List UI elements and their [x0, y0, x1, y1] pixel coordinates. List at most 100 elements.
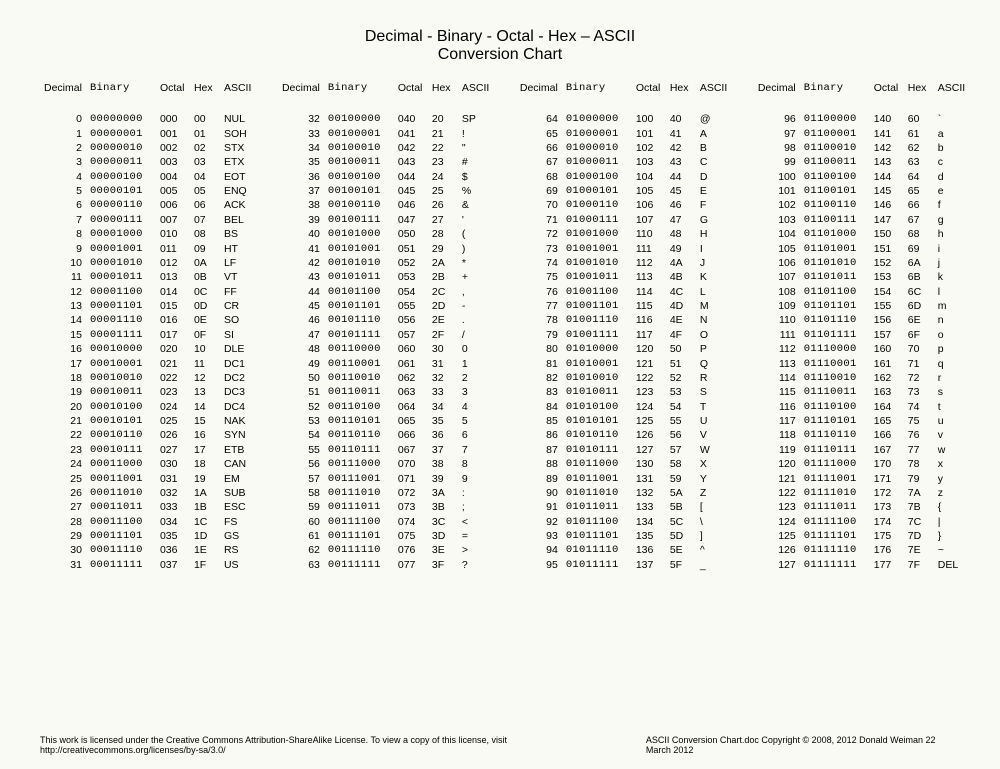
cell-asc: !: [458, 126, 494, 140]
cell-dec: 98: [754, 141, 800, 155]
cell-dec: 26: [40, 486, 86, 500]
cell-dec: 113: [754, 356, 800, 370]
cell-bin: 01111111: [800, 558, 870, 572]
cell-asc: H: [696, 227, 732, 241]
cell-dec: 72: [516, 227, 562, 241]
cell-hex: 4A: [666, 256, 696, 270]
cell-bin: 01011101: [562, 529, 632, 543]
table-row: 800101000012050P: [516, 342, 732, 356]
cell-oct: 145: [870, 184, 904, 198]
header-asc: ASCII: [458, 82, 494, 112]
cell-bin: 00000101: [86, 184, 156, 198]
table-row: 690100010110545E: [516, 184, 732, 198]
cell-hex: 23: [428, 155, 458, 169]
table-row: 28000111000341CFS: [40, 515, 256, 529]
cell-bin: 00101111: [324, 328, 394, 342]
cell-dec: 101: [754, 184, 800, 198]
cell-oct: 104: [632, 170, 666, 184]
table-row: 230001011102717ETB: [40, 443, 256, 457]
cell-dec: 103: [754, 213, 800, 227]
cell-dec: 7: [40, 213, 86, 227]
cell-hex: 6D: [904, 299, 934, 313]
table-row: 810101000112151Q: [516, 356, 732, 370]
table-row: 380010011004626&: [278, 198, 494, 212]
cell-bin: 01111010: [800, 486, 870, 500]
cell-bin: 01111011: [800, 500, 870, 514]
cell-dec: 20: [40, 400, 86, 414]
cell-oct: 140: [870, 112, 904, 126]
cell-dec: 111: [754, 328, 800, 342]
table-row: 10000010100120ALF: [40, 256, 256, 270]
cell-asc: f: [934, 198, 970, 212]
cell-asc: +: [458, 270, 494, 284]
cell-bin: 00100011: [324, 155, 394, 169]
cell-asc: &: [458, 198, 494, 212]
cell-oct: 040: [394, 112, 428, 126]
cell-oct: 122: [632, 371, 666, 385]
cell-dec: 13: [40, 299, 86, 313]
table-row: 660100001010242B: [516, 141, 732, 155]
cell-asc: 0: [458, 342, 494, 356]
table-row: 122011110101727Az: [754, 486, 970, 500]
cell-asc: DC2: [220, 371, 256, 385]
cell-dec: 71: [516, 213, 562, 227]
cell-bin: 00110110: [324, 428, 394, 442]
cell-bin: 01011010: [562, 486, 632, 500]
cell-hex: 7B: [904, 500, 934, 514]
table-row: 190001001102313DC3: [40, 385, 256, 399]
header-dec: Decimal: [754, 82, 800, 112]
cell-hex: 40: [666, 112, 696, 126]
cell-oct: 142: [870, 141, 904, 155]
cell-oct: 035: [156, 529, 190, 543]
cell-oct: 070: [394, 457, 428, 471]
cell-hex: 35: [428, 414, 458, 428]
cell-hex: 09: [190, 241, 220, 255]
table-row: 75010010111134BK: [516, 270, 732, 284]
cell-asc: L: [696, 285, 732, 299]
cell-hex: 1D: [190, 529, 220, 543]
table-row: 330010000104121!: [278, 126, 494, 140]
cell-asc: *: [458, 256, 494, 270]
table-row: 1010110010114565e: [754, 184, 970, 198]
cell-dec: 119: [754, 443, 800, 457]
table-row: 5400110110066366: [278, 428, 494, 442]
cell-oct: 017: [156, 328, 190, 342]
cell-bin: 01010010: [562, 371, 632, 385]
cell-hex: 71: [904, 356, 934, 370]
cell-oct: 175: [870, 529, 904, 543]
cell-hex: 3E: [428, 543, 458, 557]
table-row: 91010110111335B[: [516, 500, 732, 514]
table-row: 1140111001016272r: [754, 371, 970, 385]
cell-hex: 2D: [428, 299, 458, 313]
cell-oct: 136: [632, 543, 666, 557]
cell-oct: 171: [870, 471, 904, 485]
cell-asc: ~: [934, 543, 970, 557]
cell-asc: g: [934, 213, 970, 227]
cell-asc: {: [934, 500, 970, 514]
cell-bin: 00000000: [86, 112, 156, 126]
cell-oct: 075: [394, 529, 428, 543]
cell-dec: 8: [40, 227, 86, 241]
cell-asc: r: [934, 371, 970, 385]
cell-dec: 95: [516, 558, 562, 572]
cell-hex: 1C: [190, 515, 220, 529]
cell-dec: 37: [278, 184, 324, 198]
table-row: 13000011010150DCR: [40, 299, 256, 313]
cell-dec: 23: [40, 443, 86, 457]
table-row: 710100011110747G: [516, 213, 732, 227]
table-row: 820101001012252R: [516, 371, 732, 385]
table-row: 94010111101365E^: [516, 543, 732, 557]
cell-hex: 4B: [666, 270, 696, 284]
cell-oct: 151: [870, 241, 904, 255]
cell-dec: 22: [40, 428, 86, 442]
cell-asc: LF: [220, 256, 256, 270]
cell-dec: 58: [278, 486, 324, 500]
cell-dec: 57: [278, 471, 324, 485]
cell-asc: b: [934, 141, 970, 155]
cell-oct: 044: [394, 170, 428, 184]
cell-dec: 50: [278, 371, 324, 385]
cell-dec: 88: [516, 457, 562, 471]
cell-hex: 36: [428, 428, 458, 442]
cell-bin: 00111111: [324, 558, 394, 572]
cell-hex: 06: [190, 198, 220, 212]
